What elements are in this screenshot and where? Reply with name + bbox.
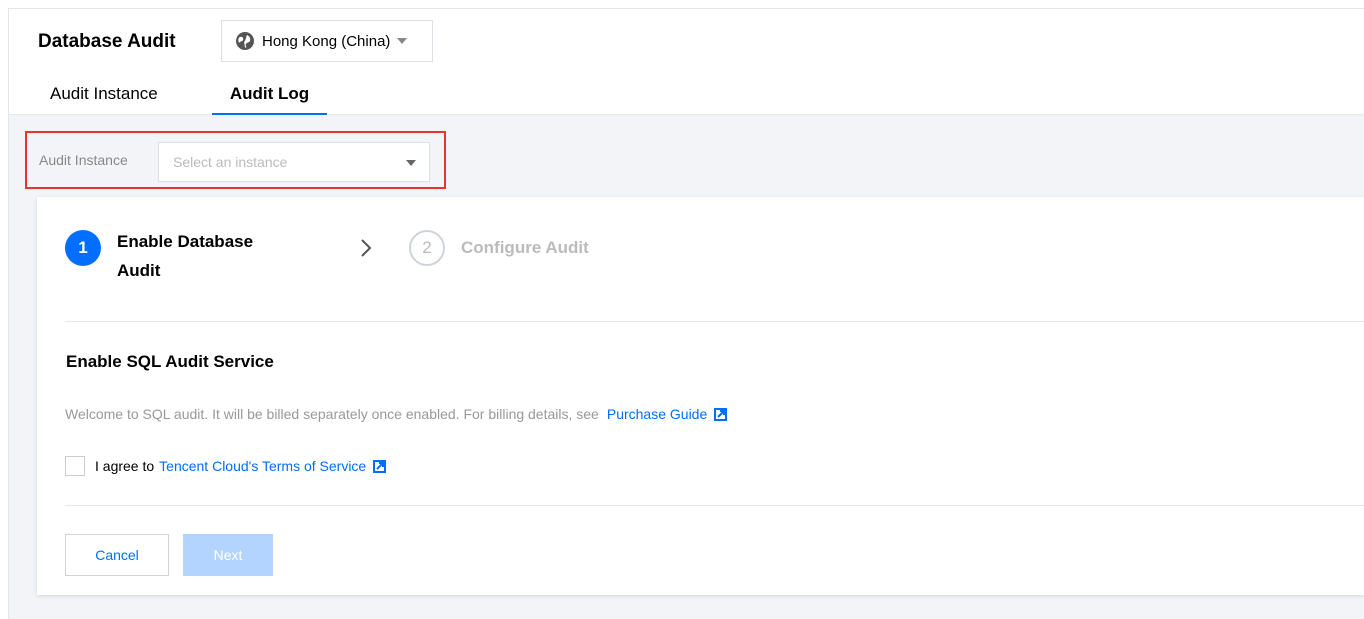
instance-select[interactable]: Select an instance [158, 142, 430, 182]
setup-card: 1 Enable Database Audit 2 Configure Audi… [37, 197, 1364, 595]
agree-prefix: I agree to [95, 458, 155, 474]
active-tab-indicator [212, 113, 327, 115]
chevron-down-icon [406, 160, 416, 166]
region-label: Hong Kong (China) [262, 32, 391, 50]
step-number: 1 [65, 230, 101, 266]
terms-of-service-link[interactable]: Tencent Cloud's Terms of Service [159, 458, 366, 474]
divider [65, 321, 1364, 322]
external-link-icon [714, 407, 728, 421]
page-title: Database Audit [38, 31, 176, 52]
page-header: Database Audit Hong Kong (China) Audit I… [9, 9, 1364, 115]
instance-filter-highlight: Audit Instance Select an instance [25, 131, 446, 189]
filter-label: Audit Instance [39, 152, 128, 168]
description-text: Welcome to SQL audit. It will be billed … [65, 406, 599, 422]
divider [65, 505, 1364, 506]
step-configure-audit: 2 Configure Audit [409, 230, 631, 266]
globe-icon [236, 32, 254, 50]
cancel-button[interactable]: Cancel [65, 534, 169, 576]
step-number: 2 [409, 230, 445, 266]
step-enable-audit: 1 Enable Database Audit [65, 230, 287, 285]
tab-audit-log[interactable]: Audit Log [212, 84, 327, 115]
step-label: Configure Audit [461, 238, 589, 257]
section-title: Enable SQL Audit Service [66, 352, 274, 371]
external-link-icon [373, 459, 387, 473]
chevron-down-icon [397, 38, 408, 44]
terms-checkbox[interactable] [65, 456, 85, 476]
billing-description: Welcome to SQL audit. It will be billed … [65, 406, 728, 422]
app-frame: Database Audit Hong Kong (China) Audit I… [8, 8, 1364, 619]
tab-audit-instance[interactable]: Audit Instance [50, 84, 158, 115]
instance-select-placeholder: Select an instance [173, 154, 288, 170]
next-button[interactable]: Next [183, 534, 273, 576]
step-label: Enable Database Audit [117, 232, 254, 280]
terms-agreement-row: I agree to Tencent Cloud's Terms of Serv… [65, 456, 387, 476]
chevron-right-icon [361, 239, 372, 257]
region-selector[interactable]: Hong Kong (China) [221, 20, 433, 62]
purchase-guide-link[interactable]: Purchase Guide [607, 406, 707, 422]
